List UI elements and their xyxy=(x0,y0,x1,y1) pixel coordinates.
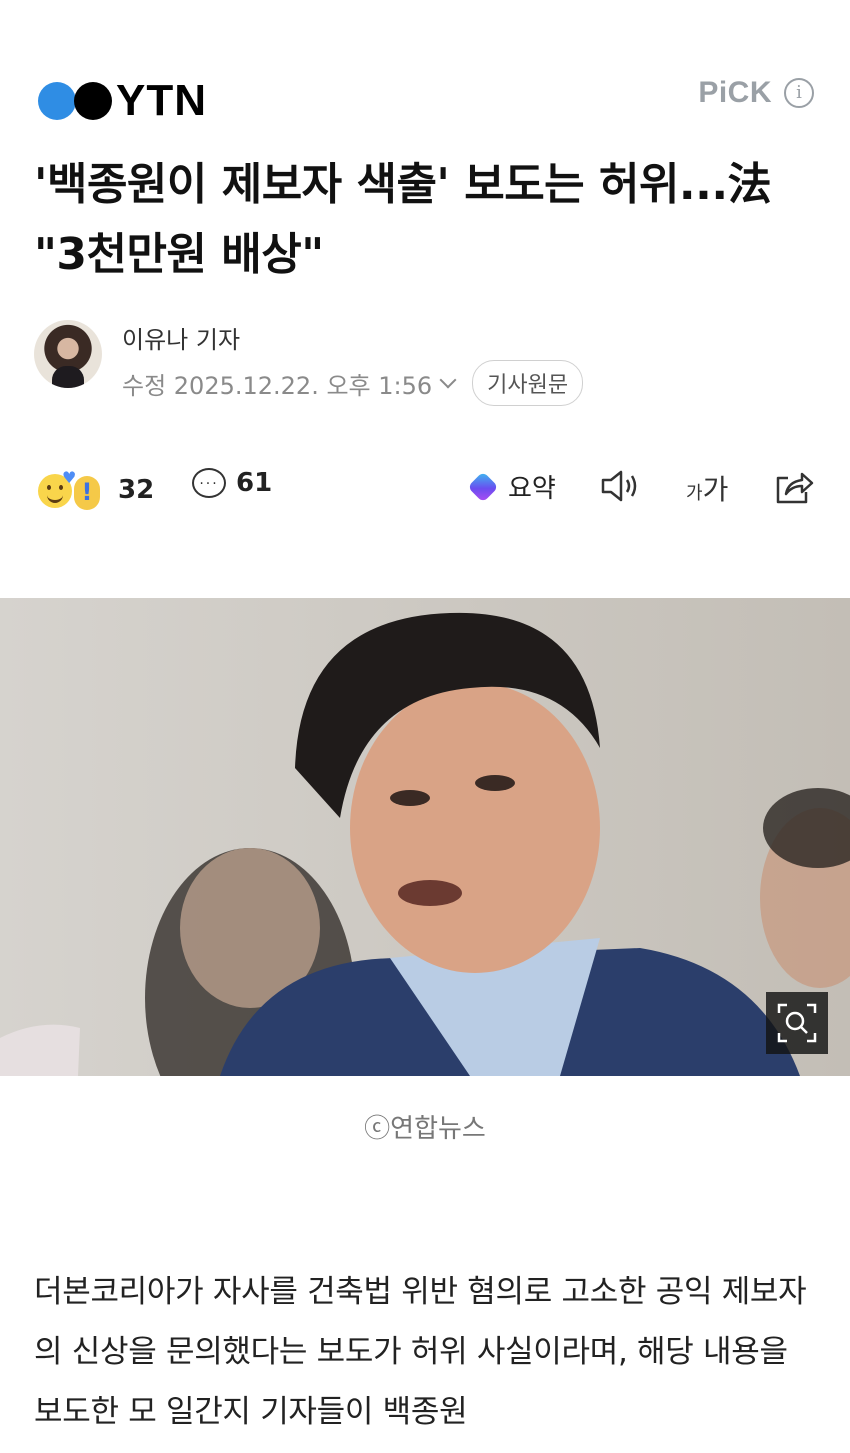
summary-button[interactable]: 요약 xyxy=(468,468,556,505)
app-header: YTN PiCK i xyxy=(0,0,850,140)
chevron-down-icon[interactable] xyxy=(439,371,457,389)
info-icon[interactable]: i xyxy=(784,78,814,108)
photo-caption: ⓒ연합뉴스 xyxy=(364,1114,486,1144)
share-icon xyxy=(776,472,814,504)
pick-label: PiCK xyxy=(698,76,772,109)
speaker-icon xyxy=(601,470,637,502)
ytn-logo[interactable]: YTN xyxy=(38,76,207,126)
logo-black-dot xyxy=(74,82,112,120)
article-date[interactable]: 수정 2025.12.22. 오후 1:56 xyxy=(122,366,432,401)
reaction-button[interactable]: ♥ ! 32 xyxy=(38,468,154,512)
article-photo[interactable] xyxy=(0,598,850,1076)
original-article-button[interactable]: 기사원문 xyxy=(472,360,584,406)
font-size-icon: 가가 xyxy=(686,473,729,506)
comment-count: 61 xyxy=(236,468,273,498)
article-headline: '백종원이 제보자 색출' 보도는 허위...法 "3천만원 배상" xyxy=(34,159,772,280)
meta-row: 수정 2025.12.22. 오후 1:56 기사원문 xyxy=(122,360,584,406)
zoom-button[interactable] xyxy=(766,992,828,1054)
comment-icon: ... xyxy=(192,468,226,498)
article-toolbar: ♥ ! 32 ... 61 요약 가가 xyxy=(38,462,814,518)
logo-blue-dot xyxy=(38,82,76,120)
reporter-avatar[interactable] xyxy=(34,320,102,388)
byline: 이유나 기자 수정 2025.12.22. 오후 1:56 기사원문 xyxy=(34,318,814,406)
reporter-name[interactable]: 이유나 기자 xyxy=(122,320,240,355)
summary-label: 요약 xyxy=(508,474,556,504)
comment-button[interactable]: ... 61 xyxy=(192,468,272,498)
font-size-button[interactable]: 가가 xyxy=(686,468,728,508)
reaction-count: 32 xyxy=(118,475,155,505)
ai-summary-icon xyxy=(468,472,498,502)
share-button[interactable] xyxy=(772,468,814,506)
tts-button[interactable] xyxy=(600,468,642,504)
zoom-icon xyxy=(777,1003,817,1043)
logo-text: YTN xyxy=(116,76,207,125)
reaction-emoji-icon: ♥ ! xyxy=(38,468,102,512)
article-body-paragraph: 더본코리아가 자사를 건축법 위반 혐의로 고소한 공익 제보자의 신상을 문의… xyxy=(34,1274,807,1430)
pick-badge[interactable]: PiCK i xyxy=(698,76,814,110)
